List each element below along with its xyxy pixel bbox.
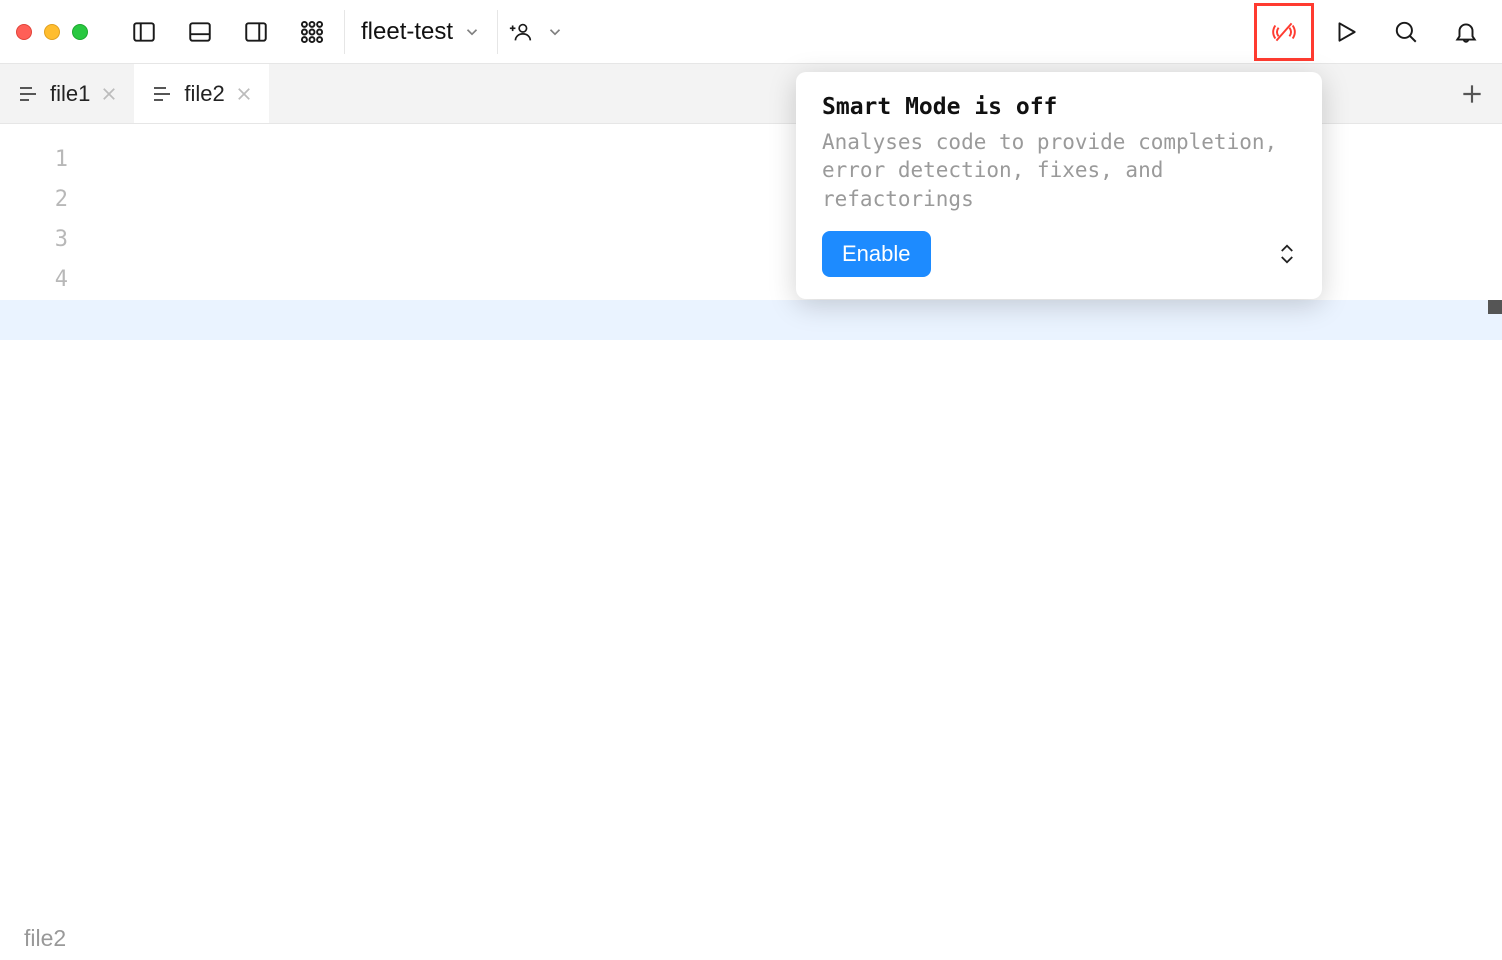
window-controls xyxy=(16,24,88,40)
close-icon[interactable] xyxy=(235,85,253,103)
smart-mode-off-icon xyxy=(1271,19,1297,45)
status-bar: file2 xyxy=(0,916,1502,960)
toolbar-separator xyxy=(344,10,345,54)
workspace-name: fleet-test xyxy=(361,18,453,46)
new-tab-button[interactable] xyxy=(1442,64,1502,123)
run-icon xyxy=(1333,19,1359,45)
chevron-down-icon xyxy=(463,23,481,41)
line-number: 4 xyxy=(0,260,86,300)
search-button[interactable] xyxy=(1378,4,1434,60)
window-close-button[interactable] xyxy=(16,24,32,40)
panel-bottom-toggle[interactable] xyxy=(172,4,228,60)
bell-icon xyxy=(1453,19,1479,45)
popover-title: Smart Mode is off xyxy=(822,94,1296,120)
smart-mode-popover: Smart Mode is off Analyses code to provi… xyxy=(796,72,1322,299)
plus-icon xyxy=(1459,81,1485,107)
toolbar-right-group xyxy=(1254,3,1494,61)
file-icon xyxy=(150,82,174,106)
file-icon xyxy=(16,82,40,106)
apps-grid-button[interactable] xyxy=(284,4,340,60)
chevron-down-icon xyxy=(1278,254,1296,266)
line-number: 3 xyxy=(0,220,86,260)
line-number-gutter: 1 2 3 4 5 xyxy=(0,124,86,916)
invite-user-button[interactable] xyxy=(502,4,540,60)
chevron-down-icon xyxy=(546,23,564,41)
invite-user-dropdown[interactable] xyxy=(540,4,570,60)
panel-right-icon xyxy=(243,19,269,45)
panel-bottom-icon xyxy=(187,19,213,45)
editor-area[interactable]: 1 2 3 4 5 Smart Mode is off Analyses cod… xyxy=(0,124,1502,916)
popover-subtitle: Analyses code to provide completion, err… xyxy=(822,128,1296,213)
tab-file2[interactable]: file2 xyxy=(134,64,268,123)
panel-toggle-group xyxy=(116,4,340,60)
close-icon[interactable] xyxy=(100,85,118,103)
smart-mode-button-highlighted[interactable] xyxy=(1254,3,1314,61)
smart-mode-expand-toggle[interactable] xyxy=(1278,242,1296,266)
status-path: file2 xyxy=(24,925,66,952)
toolbar-separator xyxy=(497,10,498,54)
apps-grid-icon xyxy=(299,19,325,45)
notifications-button[interactable] xyxy=(1438,4,1494,60)
tab-label: file2 xyxy=(184,81,224,107)
tab-label: file1 xyxy=(50,81,90,107)
minimap-marker xyxy=(1488,300,1502,314)
chevron-up-icon xyxy=(1278,242,1296,254)
line-number: 1 xyxy=(0,140,86,180)
current-line-highlight xyxy=(0,300,1502,340)
panel-left-toggle[interactable] xyxy=(116,4,172,60)
smart-mode-enable-button[interactable]: Enable xyxy=(822,231,931,277)
window-minimize-button[interactable] xyxy=(44,24,60,40)
line-number: 2 xyxy=(0,180,86,220)
top-toolbar: fleet-test xyxy=(0,0,1502,64)
invite-user-icon xyxy=(508,19,534,45)
panel-right-toggle[interactable] xyxy=(228,4,284,60)
search-icon xyxy=(1393,19,1419,45)
run-button[interactable] xyxy=(1318,4,1374,60)
workspace-selector[interactable]: fleet-test xyxy=(349,4,493,60)
window-zoom-button[interactable] xyxy=(72,24,88,40)
panel-left-icon xyxy=(131,19,157,45)
tab-file1[interactable]: file1 xyxy=(0,64,134,123)
